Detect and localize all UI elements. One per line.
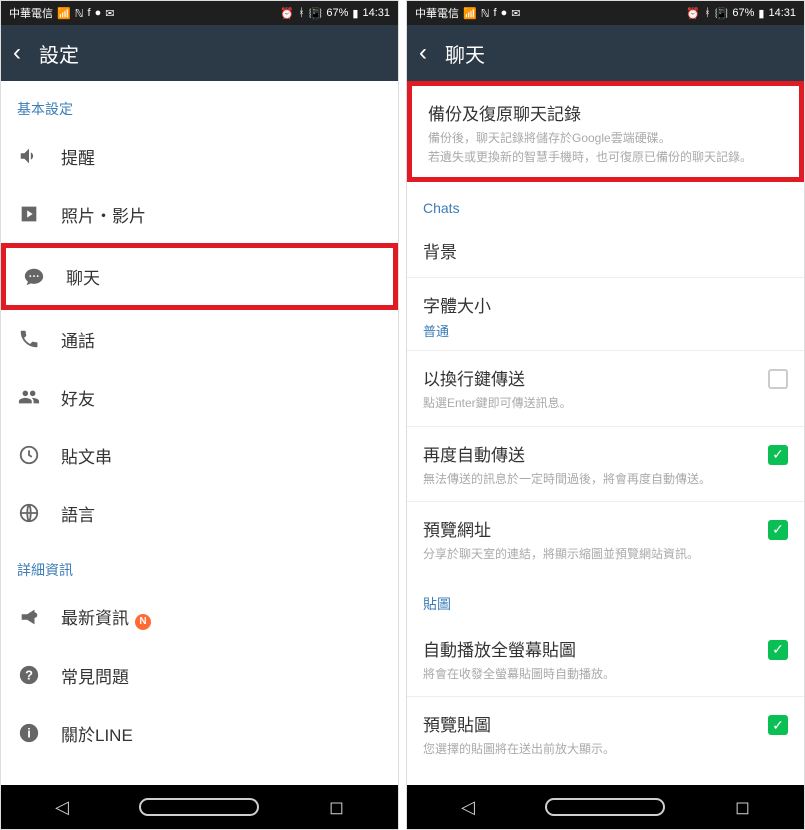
volume-icon	[17, 144, 41, 168]
new-badge: N	[135, 614, 151, 630]
settings-item-call[interactable]: 通話	[1, 310, 398, 368]
bluetooth-icon: ᚼ	[704, 7, 711, 19]
nfc-icon: ℕ	[75, 7, 84, 20]
settings-item-news[interactable]: 最新資訊N	[1, 588, 398, 646]
friends-icon	[17, 385, 41, 409]
fb-icon: f	[494, 7, 497, 19]
checkbox-checked[interactable]: ✓	[768, 445, 788, 465]
signal-icon: 📶	[463, 7, 477, 20]
checkbox-checked[interactable]: ✓	[768, 640, 788, 660]
checkbox-checked[interactable]: ✓	[768, 520, 788, 540]
nav-recent[interactable]: ◻	[735, 797, 750, 818]
timeline-icon	[17, 443, 41, 467]
fontsize-item[interactable]: 字體大小 普通	[407, 278, 804, 350]
bluetooth-icon: ᚼ	[298, 7, 305, 19]
status-bar: 中華電信 📶 ℕ f ● ✉ ⏰ ᚼ 📳 67% ▮ 14:31	[407, 1, 804, 25]
battery-icon: ▮	[758, 7, 764, 20]
page-title: 設定	[39, 39, 79, 68]
settings-item-chat[interactable]: 聊天	[1, 243, 398, 310]
svg-text:?: ?	[25, 668, 33, 683]
settings-item-faq[interactable]: ? 常見問題	[1, 646, 398, 704]
alarm-icon: ⏰	[280, 7, 294, 20]
resend-item[interactable]: 再度自動傳送 無法傳送的訊息於一定時間過後，將會再度自動傳送。 ✓	[407, 427, 804, 501]
settings-content[interactable]: 基本設定 提醒 照片・影片 聊天	[1, 81, 398, 785]
mail-icon: ✉	[105, 7, 114, 20]
page-title: 聊天	[445, 39, 485, 68]
enter-send-item[interactable]: 以換行鍵傳送 點選Enter鍵即可傳送訊息。	[407, 351, 804, 425]
settings-item-reminder[interactable]: 提醒	[1, 127, 398, 185]
signal-icon: 📶	[57, 7, 71, 20]
phone-left: 中華電信 📶 ℕ f ● ✉ ⏰ ᚼ 📳 67% ▮ 14:31 ‹ 設定 基本…	[0, 0, 399, 830]
background-item[interactable]: 背景	[407, 224, 804, 277]
battery-label: 67%	[326, 7, 348, 19]
settings-item-about[interactable]: i 關於LINE	[1, 704, 398, 762]
android-nav-bar: ◁ ◻	[1, 785, 398, 829]
phone-right: 中華電信 📶 ℕ f ● ✉ ⏰ ᚼ 📳 67% ▮ 14:31 ‹ 聊天 備份…	[406, 0, 805, 830]
android-nav-bar: ◁ ◻	[407, 785, 804, 829]
section-sticker-header: 貼圖	[407, 576, 804, 622]
phone-icon	[17, 327, 41, 351]
section-details-header: 詳細資訊	[1, 542, 398, 588]
time-label: 14:31	[362, 7, 390, 19]
messenger-icon: ●	[501, 7, 508, 19]
carrier-label: 中華電信	[9, 5, 53, 21]
section-basic-header: 基本設定	[1, 81, 398, 127]
settings-item-friends[interactable]: 好友	[1, 368, 398, 426]
backup-restore-item[interactable]: 備份及復原聊天記錄 備份後，聊天記錄將儲存於Google雲端硬碟。 若遺失或更換…	[407, 81, 804, 182]
help-icon: ?	[17, 663, 41, 687]
battery-label: 67%	[732, 7, 754, 19]
preview-sticker-item[interactable]: 預覽貼圖 您選擇的貼圖將在送出前放大顯示。 ✓	[407, 697, 804, 771]
checkbox-checked[interactable]: ✓	[768, 715, 788, 735]
media-icon	[17, 202, 41, 226]
settings-item-timeline[interactable]: 貼文串	[1, 426, 398, 484]
alarm-icon: ⏰	[686, 7, 700, 20]
time-label: 14:31	[768, 7, 796, 19]
info-icon: i	[17, 721, 41, 745]
nav-back[interactable]: ◁	[55, 797, 69, 818]
announce-icon	[17, 605, 41, 629]
fb-icon: f	[88, 7, 91, 19]
status-bar: 中華電信 📶 ℕ f ● ✉ ⏰ ᚼ 📳 67% ▮ 14:31	[1, 1, 398, 25]
settings-item-media[interactable]: 照片・影片	[1, 185, 398, 243]
settings-item-language[interactable]: 語言	[1, 484, 398, 542]
nfc-icon: ℕ	[481, 7, 490, 20]
chat-icon	[22, 265, 46, 289]
checkbox-unchecked[interactable]	[768, 369, 788, 389]
preview-url-item[interactable]: 預覽網址 分享於聊天室的連結，將顯示縮圖並預覽網站資訊。 ✓	[407, 502, 804, 576]
carrier-label: 中華電信	[415, 5, 459, 21]
mail-icon: ✉	[511, 7, 520, 20]
nav-home[interactable]	[545, 798, 665, 816]
back-button[interactable]: ‹	[13, 39, 21, 67]
back-button[interactable]: ‹	[419, 39, 427, 67]
autoplay-sticker-item[interactable]: 自動播放全螢幕貼圖 將會在收發全螢幕貼圖時自動播放。 ✓	[407, 622, 804, 696]
nav-home[interactable]	[139, 798, 259, 816]
nav-recent[interactable]: ◻	[329, 797, 344, 818]
vibrate-icon: 📳	[715, 7, 729, 20]
chat-settings-content[interactable]: 備份及復原聊天記錄 備份後，聊天記錄將儲存於Google雲端硬碟。 若遺失或更換…	[407, 81, 804, 785]
nav-back[interactable]: ◁	[461, 797, 475, 818]
app-header: ‹ 設定	[1, 25, 398, 81]
messenger-icon: ●	[95, 7, 102, 19]
globe-icon	[17, 501, 41, 525]
vibrate-icon: 📳	[309, 7, 323, 20]
section-chats-header: Chats	[407, 182, 804, 224]
battery-icon: ▮	[352, 7, 358, 20]
app-header: ‹ 聊天	[407, 25, 804, 81]
svg-text:i: i	[27, 726, 31, 741]
